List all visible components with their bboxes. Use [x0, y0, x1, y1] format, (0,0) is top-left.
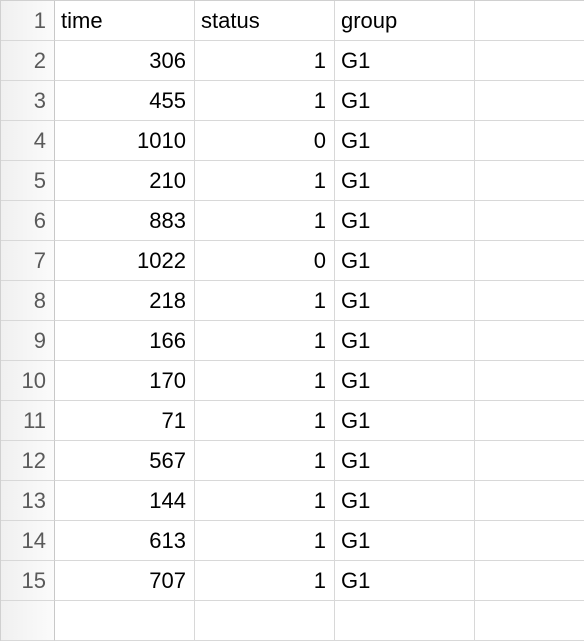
cell-status[interactable]: 1: [195, 201, 335, 241]
cell-time[interactable]: 613: [55, 521, 195, 561]
empty-cell[interactable]: [195, 601, 335, 641]
cell-group[interactable]: G1: [335, 281, 475, 321]
row-header[interactable]: 10: [1, 361, 55, 401]
row-header[interactable]: 12: [1, 441, 55, 481]
cell-status[interactable]: 1: [195, 81, 335, 121]
column-header-status[interactable]: status: [195, 1, 335, 41]
empty-cell[interactable]: [475, 281, 584, 321]
empty-cell[interactable]: [475, 601, 584, 641]
empty-cell[interactable]: [475, 241, 584, 281]
cell-group[interactable]: G1: [335, 81, 475, 121]
cell-time[interactable]: 1022: [55, 241, 195, 281]
cell-group[interactable]: G1: [335, 121, 475, 161]
empty-cell[interactable]: [475, 361, 584, 401]
cell-status[interactable]: 0: [195, 121, 335, 161]
cell-time[interactable]: 306: [55, 41, 195, 81]
empty-cell[interactable]: [475, 481, 584, 521]
cell-group[interactable]: G1: [335, 41, 475, 81]
row-header[interactable]: 8: [1, 281, 55, 321]
cell-group[interactable]: G1: [335, 401, 475, 441]
cell-group[interactable]: G1: [335, 481, 475, 521]
cell-time[interactable]: 567: [55, 441, 195, 481]
empty-cell[interactable]: [475, 1, 584, 41]
cell-status[interactable]: 1: [195, 441, 335, 481]
empty-cell[interactable]: [475, 321, 584, 361]
cell-status[interactable]: 1: [195, 481, 335, 521]
cell-status[interactable]: 1: [195, 41, 335, 81]
cell-time[interactable]: 144: [55, 481, 195, 521]
cell-status[interactable]: 1: [195, 521, 335, 561]
empty-cell[interactable]: [475, 561, 584, 601]
empty-cell[interactable]: [475, 441, 584, 481]
cell-group[interactable]: G1: [335, 441, 475, 481]
cell-time[interactable]: 883: [55, 201, 195, 241]
empty-cell[interactable]: [475, 81, 584, 121]
empty-cell[interactable]: [55, 601, 195, 641]
row-header[interactable]: 15: [1, 561, 55, 601]
cell-status[interactable]: 1: [195, 281, 335, 321]
cell-group[interactable]: G1: [335, 161, 475, 201]
row-header[interactable]: [1, 601, 55, 641]
column-header-group[interactable]: group: [335, 1, 475, 41]
cell-time[interactable]: 170: [55, 361, 195, 401]
cell-time[interactable]: 166: [55, 321, 195, 361]
row-header[interactable]: 5: [1, 161, 55, 201]
row-header[interactable]: 4: [1, 121, 55, 161]
cell-group[interactable]: G1: [335, 361, 475, 401]
empty-cell[interactable]: [335, 601, 475, 641]
empty-cell[interactable]: [475, 521, 584, 561]
row-header[interactable]: 14: [1, 521, 55, 561]
cell-time[interactable]: 218: [55, 281, 195, 321]
row-header[interactable]: 11: [1, 401, 55, 441]
row-header[interactable]: 13: [1, 481, 55, 521]
cell-time[interactable]: 210: [55, 161, 195, 201]
cell-status[interactable]: 1: [195, 561, 335, 601]
empty-cell[interactable]: [475, 201, 584, 241]
cell-group[interactable]: G1: [335, 321, 475, 361]
empty-cell[interactable]: [475, 401, 584, 441]
spreadsheet-grid[interactable]: 1 time status group 2 306 1 G1 3 455 1 G…: [0, 0, 584, 641]
column-header-time[interactable]: time: [55, 1, 195, 41]
cell-status[interactable]: 0: [195, 241, 335, 281]
row-header[interactable]: 2: [1, 41, 55, 81]
cell-time[interactable]: 71: [55, 401, 195, 441]
row-header[interactable]: 7: [1, 241, 55, 281]
cell-time[interactable]: 455: [55, 81, 195, 121]
empty-cell[interactable]: [475, 41, 584, 81]
row-header[interactable]: 3: [1, 81, 55, 121]
cell-status[interactable]: 1: [195, 401, 335, 441]
cell-group[interactable]: G1: [335, 201, 475, 241]
cell-status[interactable]: 1: [195, 361, 335, 401]
cell-status[interactable]: 1: [195, 161, 335, 201]
empty-cell[interactable]: [475, 161, 584, 201]
row-header[interactable]: 1: [1, 1, 55, 41]
cell-group[interactable]: G1: [335, 521, 475, 561]
cell-time[interactable]: 707: [55, 561, 195, 601]
cell-group[interactable]: G1: [335, 241, 475, 281]
cell-status[interactable]: 1: [195, 321, 335, 361]
row-header[interactable]: 9: [1, 321, 55, 361]
row-header[interactable]: 6: [1, 201, 55, 241]
cell-time[interactable]: 1010: [55, 121, 195, 161]
cell-group[interactable]: G1: [335, 561, 475, 601]
empty-cell[interactable]: [475, 121, 584, 161]
